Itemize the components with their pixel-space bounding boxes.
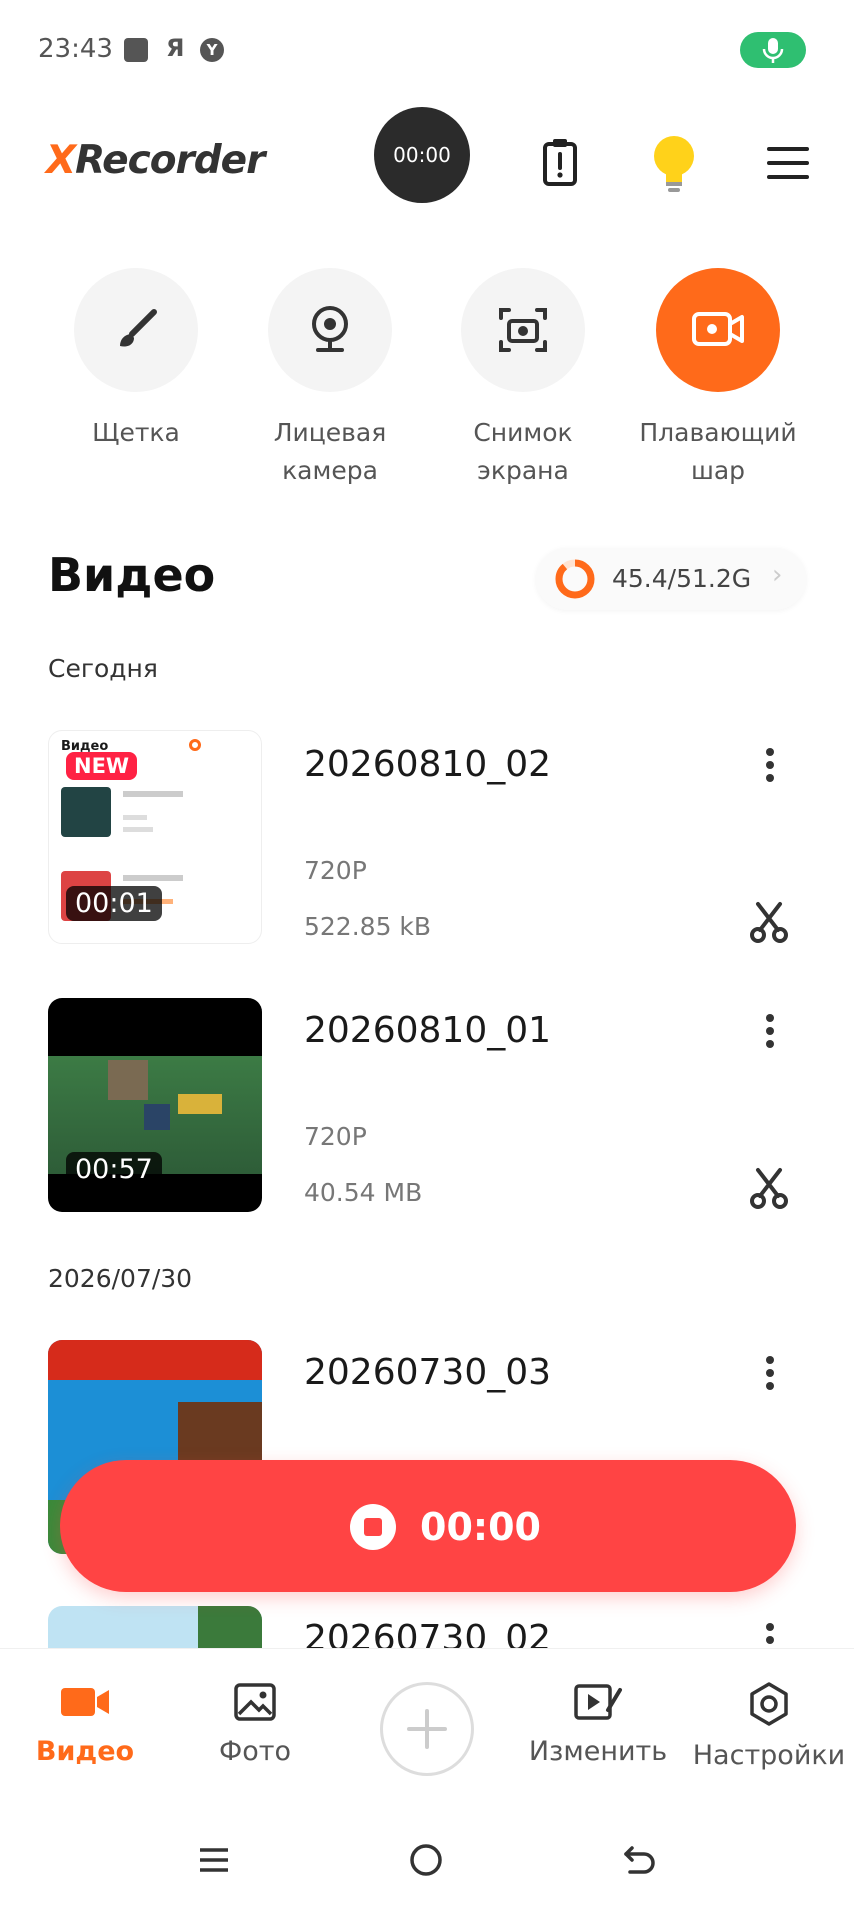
mic-icon: [762, 38, 784, 63]
tool-brush[interactable]: Щетка: [41, 268, 231, 452]
notification-square-icon: [124, 38, 148, 62]
recording-timer-badge[interactable]: 00:00: [374, 107, 470, 203]
tool-floating-ball[interactable]: Плавающий шар: [623, 268, 813, 490]
date-group-label: 2026/07/30: [48, 1264, 193, 1293]
hamburger-menu-icon[interactable]: [758, 133, 818, 193]
storage-ring-icon: [555, 559, 595, 599]
settings-icon: [750, 1682, 788, 1726]
nav-label: Видео: [35, 1736, 135, 1767]
mic-indicator: [740, 32, 806, 68]
nav-item-video[interactable]: Видео: [0, 1680, 170, 1767]
yandex-notification-icon: Я: [166, 34, 185, 62]
browser-notification-icon: Y: [200, 38, 224, 62]
lightbulb-icon[interactable]: [644, 130, 704, 192]
nav-label: Фото: [218, 1736, 291, 1767]
tool-label: Плавающий шар: [639, 418, 797, 485]
tool-label: Снимок экрана: [473, 418, 573, 485]
video-camera-icon: [61, 1688, 109, 1716]
video-size: 522.85 kB: [304, 912, 432, 941]
video-thumbnail[interactable]: [48, 1606, 262, 1648]
photo-icon: [234, 1683, 276, 1721]
video-resolution: 720P: [304, 1122, 367, 1151]
more-options-icon[interactable]: [760, 1011, 780, 1051]
status-time: 23:43: [38, 34, 113, 64]
nav-item-settings[interactable]: Настройки: [684, 1680, 854, 1771]
section-title: Видео: [48, 548, 216, 602]
tool-label: Щетка: [92, 418, 180, 447]
video-title[interactable]: 20260730_03: [304, 1352, 551, 1393]
floating-ball-icon: [656, 268, 780, 392]
video-resolution: 720P: [304, 856, 367, 885]
tool-label: Лицевая камера: [273, 418, 387, 485]
screenshot-icon: [461, 268, 585, 392]
video-title[interactable]: 20260810_01: [304, 1010, 551, 1051]
add-button[interactable]: [380, 1682, 474, 1776]
stop-square: [364, 1518, 382, 1536]
brush-icon: [74, 268, 198, 392]
app-logo: XRecorder: [46, 138, 265, 183]
new-badge: NEW: [66, 752, 138, 780]
scissors-trim-icon[interactable]: [746, 1164, 792, 1210]
recents-icon[interactable]: [194, 1840, 234, 1880]
video-title[interactable]: 20260810_02: [304, 744, 551, 785]
video-duration: 00:01: [66, 886, 162, 921]
tool-screenshot[interactable]: Снимок экрана: [428, 268, 618, 490]
edit-video-icon: [574, 1684, 622, 1720]
nav-item-photo[interactable]: Фото: [170, 1680, 340, 1767]
tool-face-camera[interactable]: Лицевая камера: [235, 268, 425, 490]
video-size: 40.54 MB: [304, 1178, 423, 1207]
more-options-icon[interactable]: [760, 1353, 780, 1393]
video-duration: 00:57: [66, 1152, 162, 1187]
clipboard-alert-icon[interactable]: [530, 133, 590, 193]
chevron-right-icon: ›: [772, 560, 783, 590]
system-nav-bar: [0, 1800, 854, 1920]
nav-item-edit[interactable]: Изменить: [513, 1680, 683, 1767]
date-group-label: Сегодня: [48, 654, 158, 683]
back-icon[interactable]: [620, 1840, 660, 1880]
status-bar: 23:43 Я Y: [0, 0, 854, 100]
plus-icon: [407, 1709, 447, 1749]
more-options-icon[interactable]: [760, 745, 780, 785]
scissors-trim-icon[interactable]: [746, 898, 792, 944]
home-icon[interactable]: [406, 1840, 446, 1880]
webcam-icon: [268, 268, 392, 392]
storage-text: 45.4/51.2G: [612, 564, 752, 593]
nav-label: Изменить: [528, 1736, 668, 1767]
record-timer: 00:00: [420, 1505, 541, 1549]
nav-label: Настройки: [692, 1740, 846, 1771]
